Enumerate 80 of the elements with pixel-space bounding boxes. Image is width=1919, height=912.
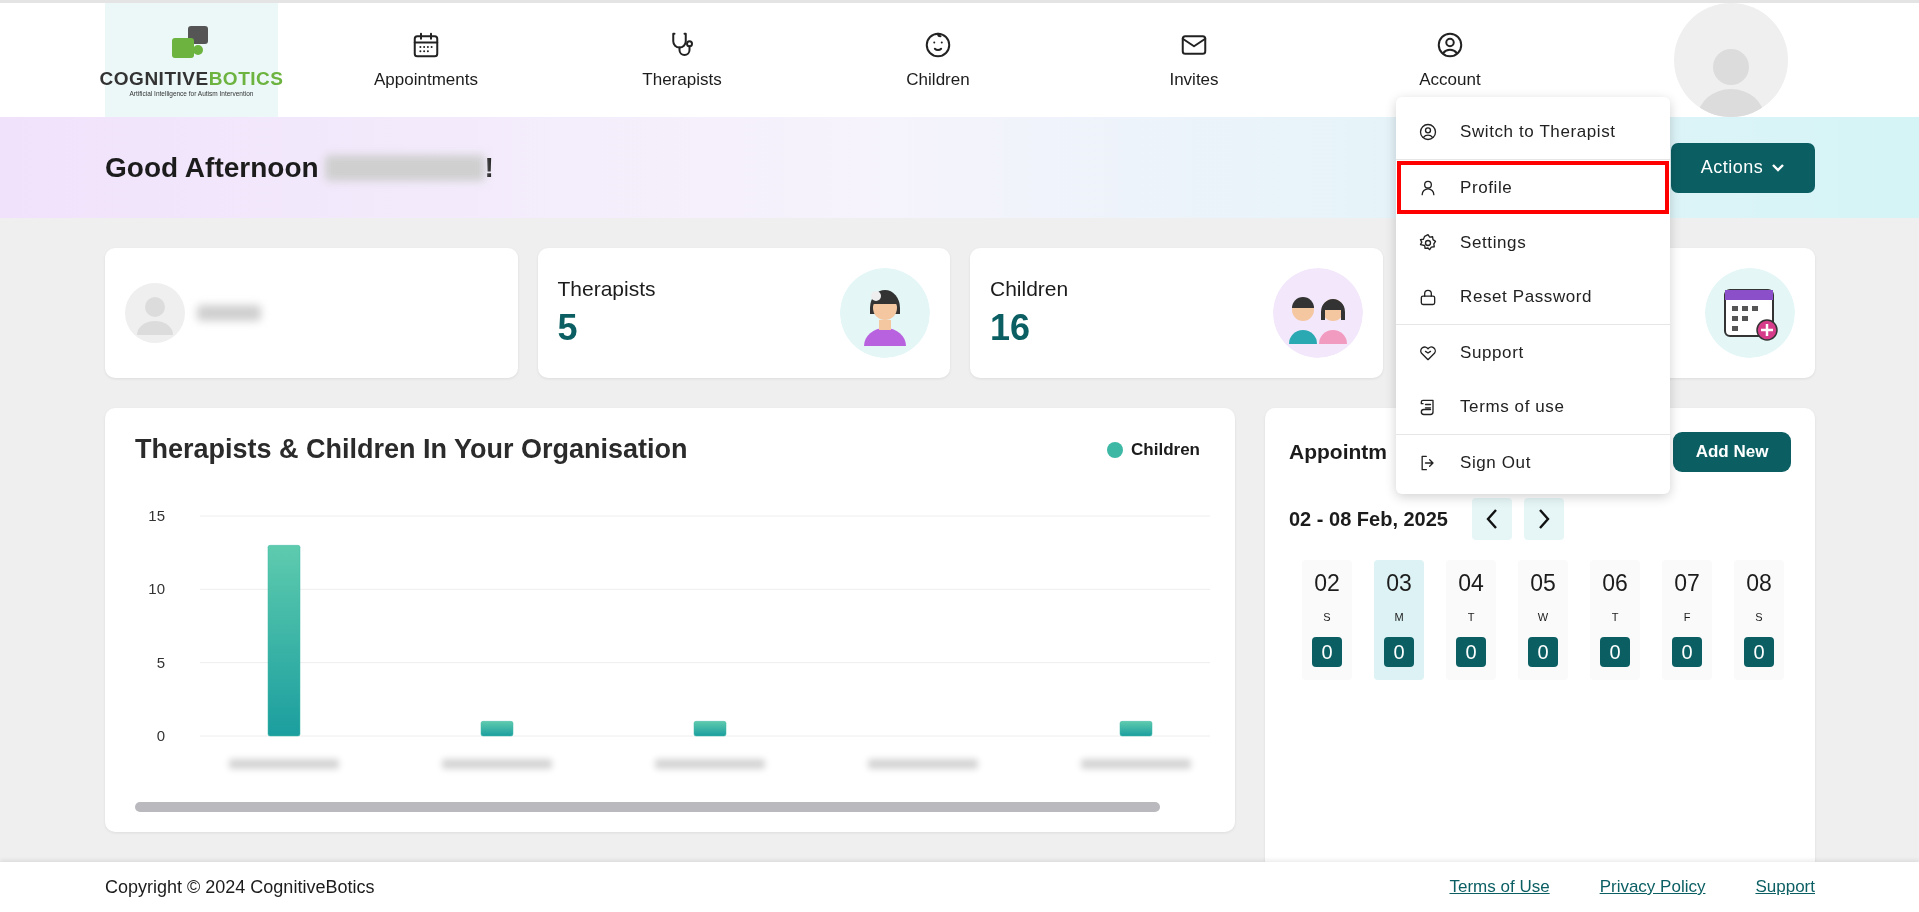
nav-item[interactable]: Invites (1066, 3, 1322, 117)
day-column[interactable]: 08 S 0 (1734, 560, 1784, 680)
calendar-plus-icon (1705, 268, 1795, 358)
chevron-right-icon (1537, 508, 1551, 530)
weekday-label: S (1755, 611, 1763, 623)
next-week-button[interactable] (1524, 498, 1564, 540)
footer-link[interactable]: Support (1755, 877, 1815, 897)
date-range: 02 - 08 Feb, 2025 (1289, 507, 1448, 531)
y-tick-label: 5 (156, 653, 165, 671)
calendar-icon (411, 30, 441, 60)
weekday-label: S (1323, 611, 1331, 623)
y-tick-label: 0 (156, 727, 165, 744)
day-number: 02 (1314, 570, 1340, 597)
greeting: Good Afternoon (105, 151, 319, 184)
nurse-icon (840, 268, 930, 358)
day-number: 08 (1746, 570, 1772, 597)
day-column[interactable]: 02 S 0 (1302, 560, 1352, 680)
day-column[interactable]: 04 T 0 (1446, 560, 1496, 680)
settings-icon (1418, 232, 1438, 253)
menu-item[interactable]: Switch to Therapist (1396, 105, 1670, 160)
menu-item[interactable]: Reset Password (1396, 270, 1670, 325)
chevron-left-icon (1485, 508, 1499, 530)
logo-text: COGNITIVEBOTICS (99, 67, 284, 90)
appointment-count: 0 (1312, 637, 1342, 667)
scrollbar[interactable] (135, 802, 1160, 812)
stat-value: 16 (990, 307, 1032, 349)
day-number: 06 (1602, 570, 1628, 597)
nav-item[interactable]: Children (810, 3, 1066, 117)
avatar-icon (125, 283, 185, 343)
menu-item[interactable]: Terms of use (1396, 380, 1670, 435)
day-column[interactable]: 05 W 0 (1518, 560, 1568, 680)
bar (480, 721, 514, 737)
day-column[interactable]: 06 T 0 (1590, 560, 1640, 680)
footer-link[interactable]: Privacy Policy (1599, 877, 1706, 897)
nav-item[interactable]: Appointments (298, 3, 554, 117)
previous-week-button[interactable] (1472, 498, 1512, 540)
bar (1119, 721, 1153, 737)
user-circle-icon (1418, 122, 1438, 142)
y-tick-label: 10 (148, 580, 165, 598)
menu-item[interactable]: Settings (1396, 215, 1670, 270)
weekday-label: M (1394, 611, 1404, 623)
weekday-label: T (1611, 611, 1619, 623)
chart-title: Therapists & Children In Your Organisation (135, 434, 688, 465)
copyright-text: Copyright © 2024 CognitiveBotics (105, 876, 375, 898)
weekday-label: F (1683, 611, 1691, 623)
actions-button[interactable]: Actions (1671, 142, 1815, 193)
appointment-count: 0 (1456, 637, 1486, 667)
legend-label: Children (1131, 439, 1200, 460)
y-tick-label: 15 (148, 507, 165, 524)
add-new-button[interactable]: Add New (1673, 432, 1791, 472)
stat-value: 5 (557, 307, 579, 349)
appointments-title: Appointm (1289, 440, 1387, 464)
day-number: 04 (1458, 570, 1484, 597)
weekday-label: W (1537, 611, 1549, 623)
nav-item[interactable]: Therapists (554, 3, 810, 117)
lock-icon (1418, 287, 1438, 307)
weekday-label: T (1467, 611, 1475, 623)
appointment-count: 0 (1600, 637, 1630, 667)
menu-item[interactable]: Sign Out (1396, 435, 1670, 490)
chevron-down-icon (1771, 162, 1786, 173)
stat-label: Children (990, 277, 1069, 301)
greeting-end: ! (484, 151, 494, 184)
day-number: 05 (1530, 570, 1556, 597)
day-column[interactable]: 03 M 0 (1374, 560, 1424, 680)
menu-item[interactable]: Profile (1396, 160, 1670, 215)
user-circle-icon (1435, 30, 1465, 60)
appointment-count: 0 (1744, 637, 1774, 667)
baby-face-icon (923, 30, 953, 60)
bar (693, 721, 727, 737)
menu-item[interactable]: Support (1396, 325, 1670, 380)
appointment-count: 0 (1528, 637, 1558, 667)
day-number: 07 (1674, 570, 1700, 597)
appointment-count: 0 (1384, 637, 1414, 667)
stat-label: Therapists (557, 277, 656, 301)
children-icon (1272, 268, 1363, 358)
appointment-count: 0 (1672, 637, 1702, 667)
day-number: 03 (1386, 570, 1412, 597)
day-column[interactable]: 07 F 0 (1662, 560, 1712, 680)
blurred-text (197, 305, 261, 321)
footer-link[interactable]: Terms of Use (1449, 877, 1550, 897)
